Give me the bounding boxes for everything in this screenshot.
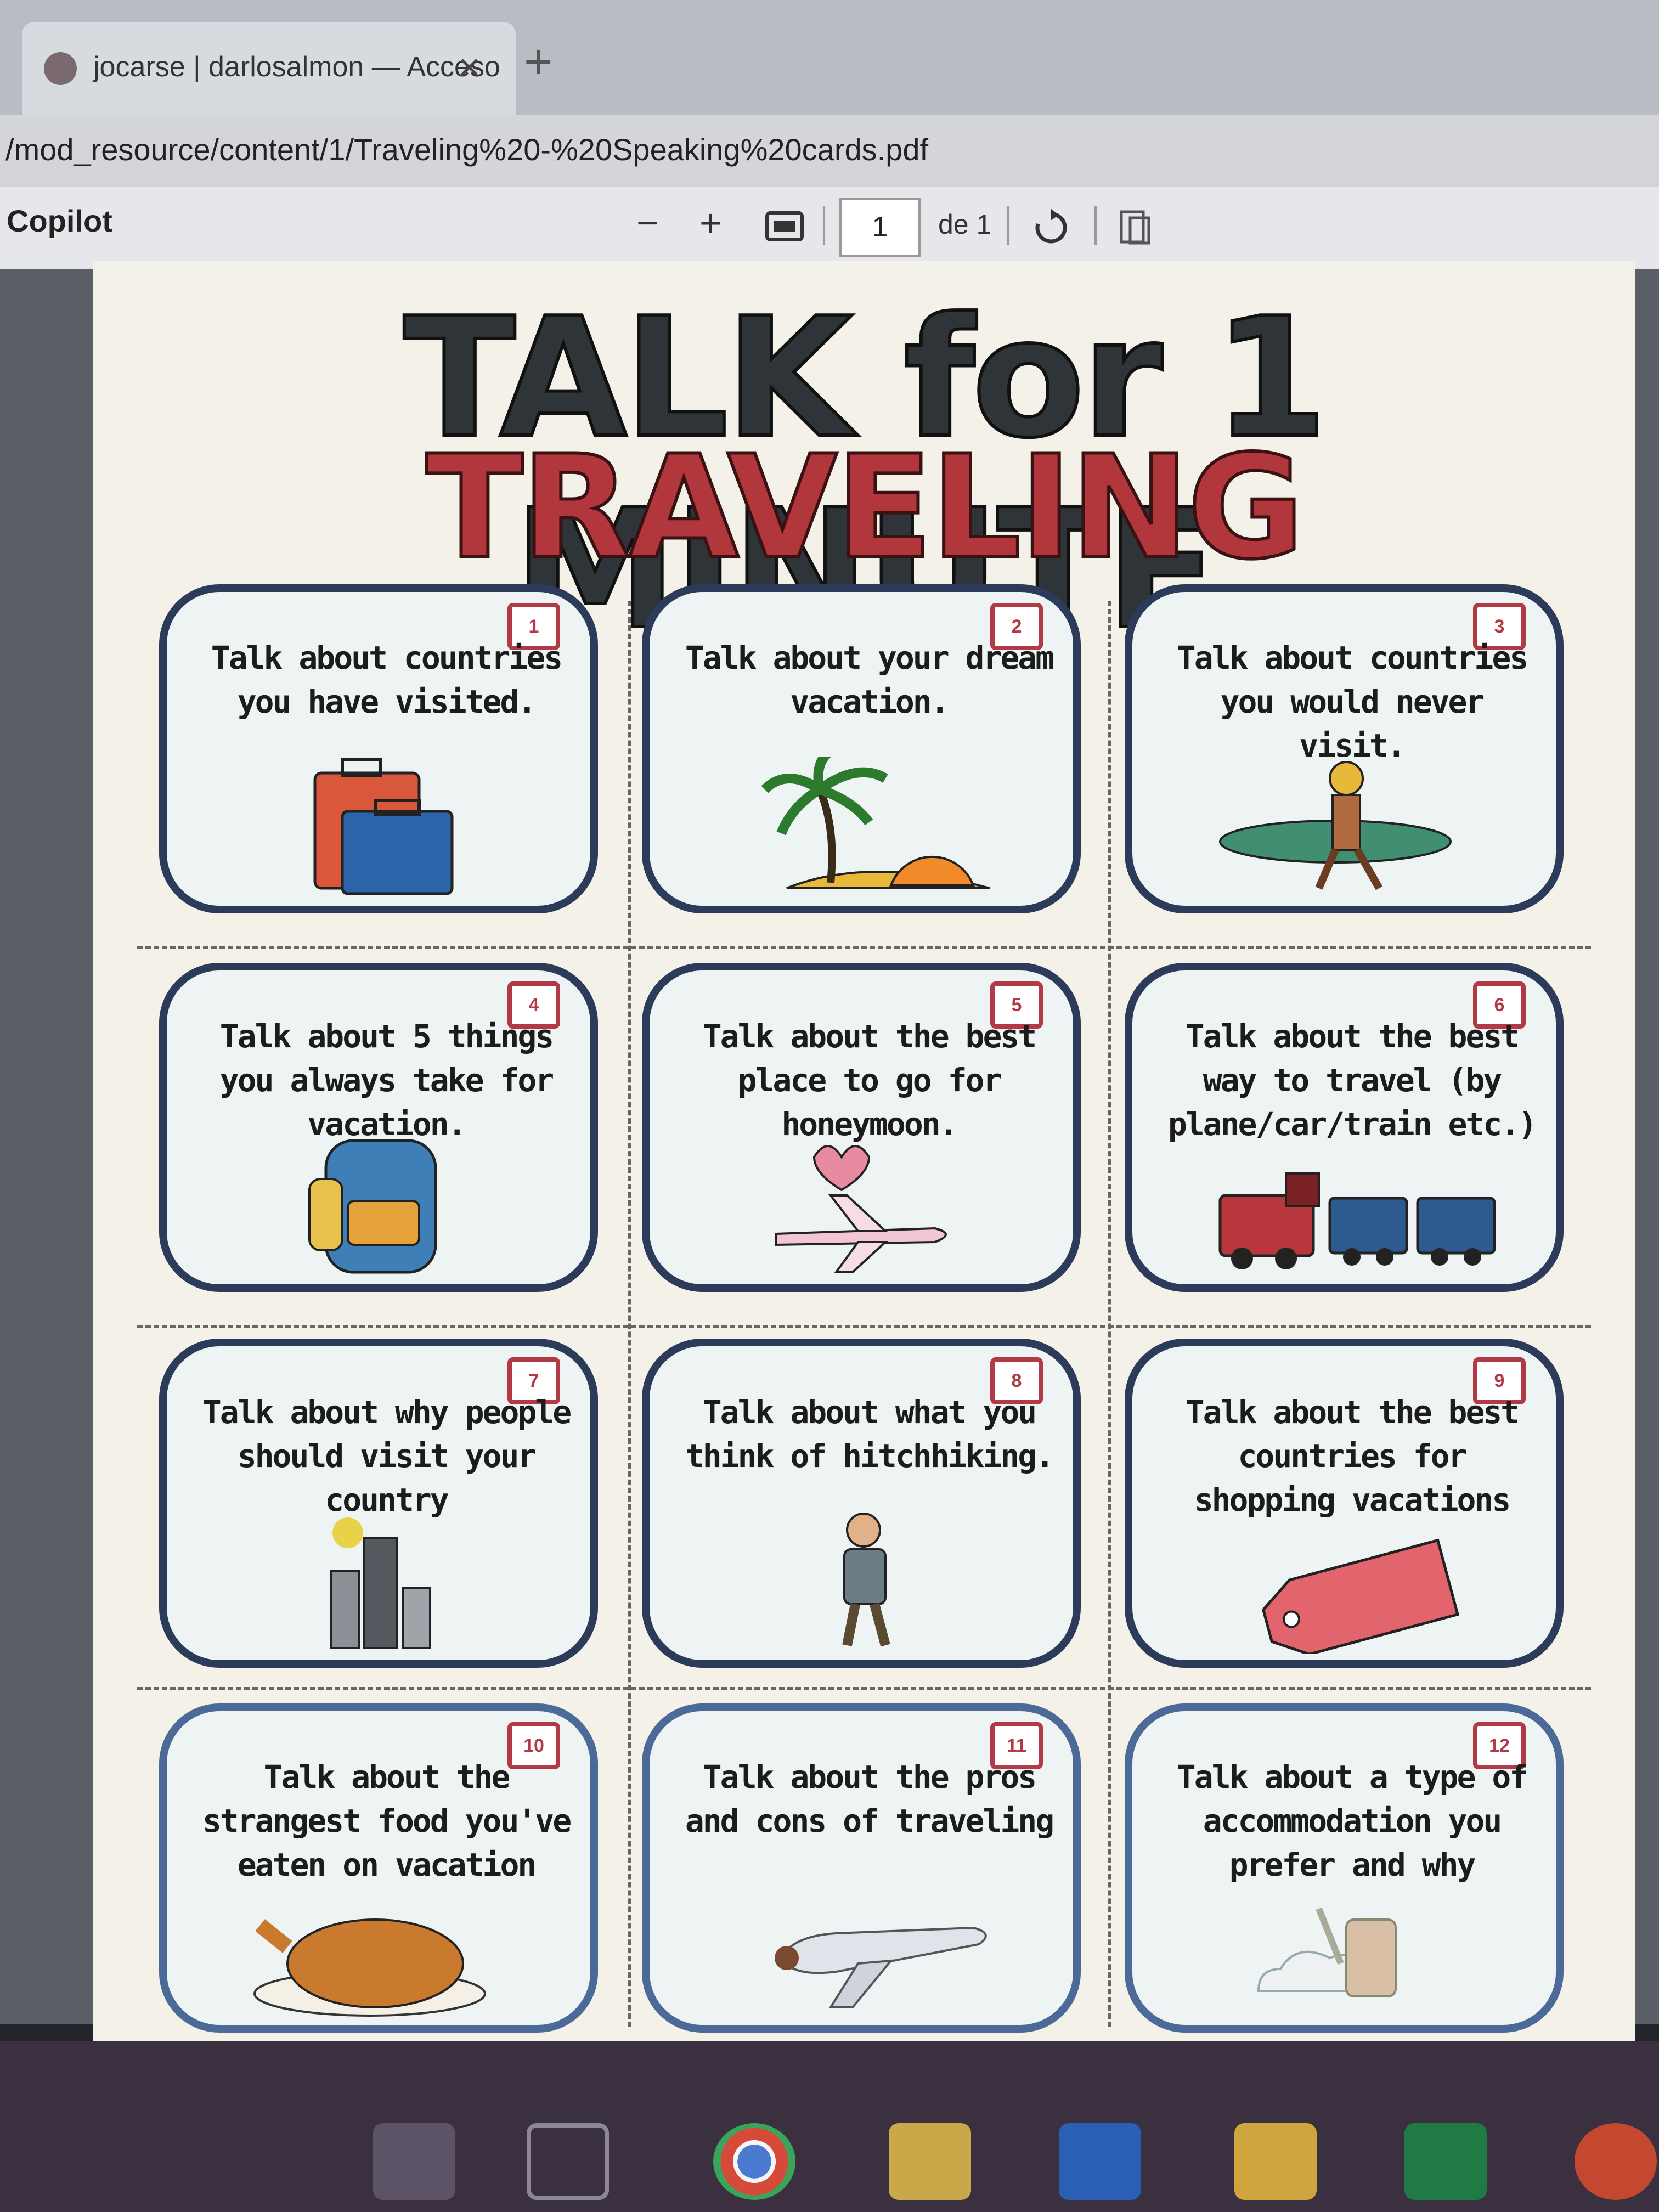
powerpoint-icon[interactable] [1575, 2123, 1657, 2200]
surfer-icon [1219, 761, 1452, 890]
cut-line [1108, 601, 1111, 2027]
card-prompt: Talk about 5 things you always take for … [219, 1018, 554, 1143]
speaking-card: 12 Talk about a type of accommodation yo… [1125, 1703, 1564, 2033]
card-prompt: Talk about the best place to go for hone… [702, 1018, 1037, 1143]
card-prompt: Talk about your dream vacation. [685, 639, 1054, 720]
toolbar-divider [823, 206, 825, 245]
room-key-icon [1257, 1907, 1397, 1997]
card-prompt: Talk about the best way to travel (by pl… [1167, 1018, 1537, 1143]
file-explorer-icon[interactable] [373, 2123, 455, 2200]
zoom-in-button[interactable]: + [699, 201, 722, 245]
roast-chicken-icon [253, 1918, 486, 2017]
speaking-card: 9 Talk about the best countries for shop… [1125, 1339, 1564, 1668]
cut-line [137, 1325, 1591, 1328]
card-prompt: Talk about countries you have visited. [211, 639, 563, 720]
card-prompt: Talk about countries you would never vis… [1176, 639, 1528, 764]
speaking-card: 11 Talk about the pros and cons of trave… [642, 1703, 1081, 2033]
toolbar-divider [1094, 206, 1097, 245]
speaking-card: 8 Talk about what you think of hitchhiki… [642, 1339, 1081, 1668]
store-icon[interactable] [1234, 2123, 1317, 2200]
card-prompt: Talk about the strangest food you've eat… [202, 1758, 572, 1883]
card-prompt: Talk about why people should visit your … [202, 1393, 572, 1519]
fit-page-icon[interactable] [765, 211, 804, 241]
address-bar[interactable]: /mod_resource/content/1/Traveling%20-%20… [0, 115, 1659, 187]
speaking-card: 4 Talk about 5 things you always take fo… [159, 963, 598, 1292]
speaking-card: 3 Talk about countries you would never v… [1125, 584, 1564, 913]
city-icon [330, 1517, 431, 1649]
chrome-icon[interactable] [713, 2123, 795, 2200]
page-count-label: de 1 [938, 209, 992, 240]
card-prompt: Talk about the best countries for shoppi… [1185, 1393, 1520, 1519]
cut-line [628, 601, 631, 2027]
folder-icon[interactable] [889, 2123, 971, 2200]
palm-island-icon [761, 757, 990, 889]
rotate-icon[interactable] [1031, 208, 1070, 247]
train-icon [1218, 1172, 1496, 1269]
honeymoon-plane-icon [775, 1145, 947, 1273]
card-prompt: Talk about a type of accommodation you p… [1176, 1758, 1528, 1883]
zoom-out-button[interactable]: − [636, 201, 659, 245]
airplane-icon [775, 1926, 987, 2008]
speaking-card: 1 Talk about countries you have visited. [159, 584, 598, 913]
speaking-card: 6 Talk about the best way to travel (by … [1125, 963, 1564, 1292]
speaking-card: 7 Talk about why people should visit you… [159, 1339, 598, 1668]
speaking-card: 2 Talk about your dream vacation. [642, 584, 1081, 913]
document-subtitle: TRAVELING [424, 424, 1306, 592]
tab-close-button[interactable]: × [458, 45, 481, 89]
tab-title: jocarse | darlosalmon — Acceso [93, 51, 500, 83]
speaking-card: 10 Talk about the strangest food you've … [159, 1703, 598, 2033]
page-number-input[interactable]: 1 [839, 198, 921, 257]
new-tab-button[interactable]: + [524, 34, 553, 91]
pdf-toolbar: Copilot − + 1 de 1 [0, 187, 1659, 271]
sale-tag-icon [1261, 1538, 1460, 1654]
hitchhiker-icon [842, 1513, 890, 1647]
cut-line [137, 946, 1591, 949]
backpack-icon [308, 1139, 437, 1274]
word-icon[interactable] [1059, 2123, 1141, 2200]
copilot-button[interactable]: Copilot [7, 203, 112, 239]
card-prompt: Talk about the pros and cons of travelin… [685, 1758, 1054, 1839]
excel-icon[interactable] [1404, 2123, 1487, 2200]
address-url[interactable]: /mod_resource/content/1/Traveling%20-%20… [5, 132, 928, 167]
browser-tab-bar: jocarse | darlosalmon — Acceso × + [0, 0, 1659, 115]
task-view-icon[interactable] [527, 2123, 609, 2200]
toolbar-divider [1007, 206, 1009, 245]
card-prompt: Talk about what you think of hitchhiking… [685, 1393, 1054, 1475]
page-view-icon[interactable] [1119, 210, 1152, 245]
browser-tab[interactable]: jocarse | darlosalmon — Acceso × [22, 22, 516, 115]
cut-line [137, 1687, 1591, 1690]
suitcase-icon [313, 758, 454, 895]
tab-favicon-icon [44, 52, 77, 85]
pdf-page: TALK for 1 MINUTE TRAVELING 1 Talk about… [93, 261, 1635, 2041]
speaking-card: 5 Talk about the best place to go for ho… [642, 963, 1081, 1292]
